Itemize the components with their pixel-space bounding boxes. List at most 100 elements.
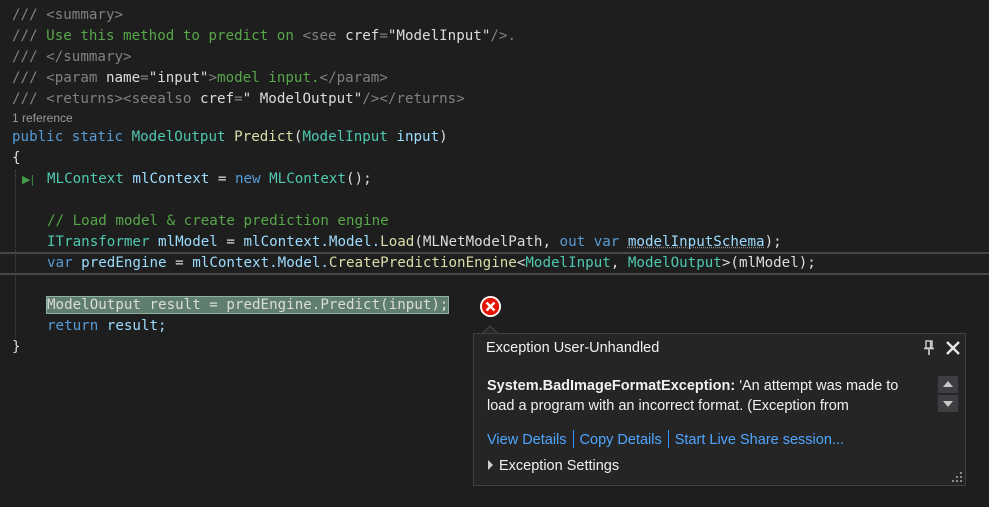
exception-helper-popup[interactable]: Exception User-Unhandled System.BadImage… [473,333,966,486]
code-line-15[interactable]: return result; [47,316,167,337]
type-name: ModelOutput [627,255,722,271]
exception-message: System.BadImageFormatException: 'An atte… [487,376,912,416]
method-name: Load [380,234,415,250]
keyword: var [47,255,73,271]
code-comment: // Load model & create prediction engine [47,213,389,229]
code-line-2[interactable]: /// Use this method to predict on <see c… [12,26,516,47]
code-line-16[interactable]: } [12,337,21,358]
type-name: MLContext [47,171,124,187]
xml-tag: </param> [319,70,388,86]
punctuation: >(mlModel); [721,255,816,271]
codelens-references[interactable]: 1 reference [12,110,73,126]
code-line-4[interactable]: /// <param name="input">model input.</pa… [12,68,388,89]
keyword: var [593,234,620,250]
keyword: public [12,129,64,145]
popup-links: View Details Copy Details Start Live Share… [487,430,844,448]
brace: { [12,150,21,166]
xml-attr: cref [345,28,380,44]
member-access: mlContext.Model. [192,255,329,271]
xmldoc-marker: /// [12,91,38,107]
xml-tag: <returns><seealso [46,91,192,107]
parameter: input [396,129,440,145]
close-icon[interactable] [945,340,961,356]
xml-tag: <param [46,70,98,86]
local-variable: mlModel [158,234,218,250]
code-line-7[interactable]: { [12,148,21,169]
operator: = [175,255,184,271]
local-variable: modelInputSchema [627,234,765,250]
keyword: static [71,129,124,145]
scroll-up-button[interactable] [938,376,958,393]
xml-eq: = [234,91,243,107]
member-access: mlContext.Model. [243,234,381,250]
exception-settings-toggle[interactable]: Exception Settings [488,458,619,474]
type-name: ModelInput [525,255,611,271]
resize-grip-icon[interactable] [951,471,963,483]
keyword: new [234,171,261,187]
xml-tag: <summary> [46,7,124,23]
copy-details-link[interactable]: Copy Details [580,432,662,448]
xmldoc-marker: /// [12,7,38,23]
method-name: Predict [234,129,294,145]
operator: = [226,234,235,250]
xml-attr: name [105,70,141,86]
xml-tag: /></returns> [362,91,465,107]
xmldoc-marker: /// [12,70,38,86]
type-name: ModelOutput [131,129,226,145]
popup-title: Exception User-Unhandled [486,340,660,356]
code-line-12[interactable]: var predEngine = mlContext.Model.CreateP… [47,253,816,274]
code-line-5[interactable]: /// <returns><seealso cref=" ModelOutput… [12,89,465,110]
current-statement-highlight[interactable]: ModelOutput result = predEngine.Predict(… [45,296,450,314]
type-name: ITransformer [47,234,150,250]
punctuation: ); [764,234,782,250]
pin-icon[interactable] [922,340,936,356]
link-separator [667,430,669,448]
method-name: CreatePredictionEngine [328,255,517,271]
punctuation: ) [439,129,448,145]
error-icon[interactable] [480,296,501,317]
punctuation: , [610,255,620,271]
scroll-down-button[interactable] [938,395,958,412]
code-editor[interactable]: /// <summary> /// Use this method to pre… [0,0,989,507]
xmldoc-marker: /// [12,49,38,65]
xml-attr: cref [199,91,235,107]
code-line-14[interactable]: ModelOutput result = predEngine.Predict(… [45,295,450,316]
type-name: MLContext [269,171,346,187]
type-name: ModelInput [302,129,388,145]
operator: = [217,171,227,187]
xml-eq: = [140,70,149,86]
live-share-link[interactable]: Start Live Share session... [675,432,844,448]
run-to-click-icon[interactable]: ▶| [22,169,34,190]
chevron-up-icon [943,381,953,387]
xmldoc-text: Use this method to predict on [46,28,294,44]
code-line-1[interactable]: /// <summary> [12,5,123,26]
punctuation: (); [345,171,372,187]
exception-type: System.BadImageFormatException: [487,378,736,394]
keyword: out [559,234,586,250]
code-line-10[interactable]: // Load model & create prediction engine [47,211,389,232]
xmldoc-text: model input. [217,70,320,86]
xml-attr-value: "input" [148,70,209,86]
local-variable: predEngine [81,255,167,271]
brace: } [12,339,21,355]
argument: (MLNetModelPath, [414,234,551,250]
xml-attr-value: "ModelInput" [387,28,491,44]
code-line-6[interactable]: public static ModelOutput Predict(ModelI… [12,127,448,148]
code-line-3[interactable]: /// </summary> [12,47,132,68]
xml-tag: > [208,70,218,86]
exception-settings-label: Exception Settings [499,458,620,474]
local-variable: result; [106,318,167,334]
xml-tag: <see [302,28,337,44]
expand-arrow-icon [488,460,493,470]
xml-attr-value: " ModelOutput" [242,91,363,107]
chevron-down-icon [943,401,953,407]
view-details-link[interactable]: View Details [487,432,567,448]
xml-eq: = [379,28,388,44]
keyword: return [47,318,99,334]
code-line-11[interactable]: ITransformer mlModel = mlContext.Model.L… [47,232,782,253]
code-line-8[interactable]: MLContext mlContext = new MLContext(); [47,169,372,190]
local-variable: mlContext [132,171,210,187]
xmldoc-marker: /// [12,28,38,44]
xml-tag: </summary> [46,49,132,65]
link-separator [572,430,574,448]
